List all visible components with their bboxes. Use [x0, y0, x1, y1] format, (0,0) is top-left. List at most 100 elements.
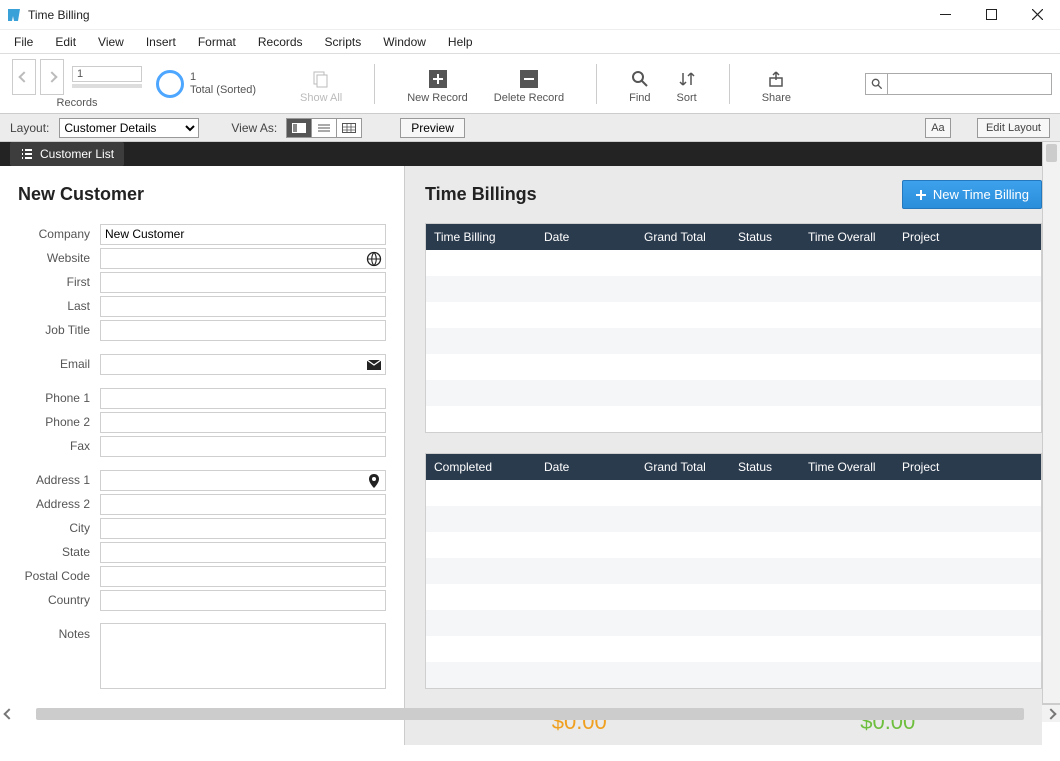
stack-icon [312, 70, 330, 88]
address2-field[interactable] [100, 494, 386, 515]
layout-bar: Layout: Customer Details View As: Previe… [0, 114, 1060, 142]
label-email: Email [18, 357, 100, 371]
label-addr1: Address 1 [18, 473, 100, 487]
scrollbar-thumb[interactable] [36, 708, 1024, 720]
record-count: 1 [190, 71, 256, 84]
label-phone2: Phone 2 [18, 415, 100, 429]
label-website: Website [18, 251, 100, 265]
find-button[interactable]: Find [625, 70, 654, 104]
new-time-billing-button[interactable]: New Time Billing [902, 180, 1042, 209]
menu-file[interactable]: File [6, 33, 41, 51]
phone2-field[interactable] [100, 412, 386, 433]
table-row[interactable] [426, 636, 1041, 662]
new-record-button[interactable]: New Record [403, 70, 472, 104]
table-header: Completed Date Grand Total Status Time O… [426, 454, 1041, 480]
menu-view[interactable]: View [90, 33, 132, 51]
table-row[interactable] [426, 406, 1041, 432]
minus-square-icon [520, 70, 538, 88]
fax-field[interactable] [100, 436, 386, 457]
table-row[interactable] [426, 558, 1041, 584]
table-row[interactable] [426, 328, 1041, 354]
layout-select[interactable]: Customer Details [59, 118, 199, 138]
completed-billings-table: Completed Date Grand Total Status Time O… [425, 453, 1042, 689]
total-sorted-label: Total (Sorted) [190, 84, 256, 97]
menu-records[interactable]: Records [250, 33, 311, 51]
postal-field[interactable] [100, 566, 386, 587]
menu-edit[interactable]: Edit [47, 33, 84, 51]
table-row[interactable] [426, 584, 1041, 610]
city-field[interactable] [100, 518, 386, 539]
label-first: First [18, 275, 100, 289]
website-field[interactable] [100, 248, 386, 269]
vertical-scrollbar[interactable] [1042, 142, 1060, 703]
record-index[interactable]: 1 [72, 66, 142, 82]
job-title-field[interactable] [100, 320, 386, 341]
company-field[interactable] [100, 224, 386, 245]
address1-field[interactable] [100, 470, 386, 491]
menu-format[interactable]: Format [190, 33, 244, 51]
state-field[interactable] [100, 542, 386, 563]
table-row[interactable] [426, 302, 1041, 328]
search-icon[interactable] [866, 74, 888, 94]
menu-help[interactable]: Help [440, 33, 481, 51]
country-field[interactable] [100, 590, 386, 611]
menu-insert[interactable]: Insert [138, 33, 184, 51]
next-record-button[interactable] [40, 59, 64, 95]
quick-search-input[interactable] [888, 74, 1051, 94]
show-all-button[interactable]: Show All [296, 70, 346, 104]
scroll-right-arrow[interactable] [1042, 705, 1060, 723]
table-row[interactable] [426, 276, 1041, 302]
email-field[interactable] [100, 354, 386, 375]
table-row[interactable] [426, 662, 1041, 688]
plus-icon [915, 189, 927, 201]
scroll-left-arrow[interactable] [0, 705, 18, 723]
table-row[interactable] [426, 380, 1041, 406]
pie-icon [156, 70, 184, 98]
label-phone1: Phone 1 [18, 391, 100, 405]
label-state: State [18, 545, 100, 559]
table-row[interactable] [426, 250, 1041, 276]
view-form-button[interactable] [286, 118, 312, 138]
customer-list-button[interactable]: Customer List [10, 142, 124, 166]
record-slider[interactable]: 1 [72, 59, 142, 95]
table-row[interactable] [426, 480, 1041, 506]
first-field[interactable] [100, 272, 386, 293]
maximize-button[interactable] [968, 0, 1014, 30]
menu-window[interactable]: Window [375, 33, 434, 51]
table-row[interactable] [426, 610, 1041, 636]
sort-icon [678, 70, 696, 88]
table-row[interactable] [426, 354, 1041, 380]
quick-search[interactable] [865, 73, 1052, 95]
label-last: Last [18, 299, 100, 313]
open-billings-table: Time Billing Date Grand Total Status Tim… [425, 223, 1042, 433]
delete-record-button[interactable]: Delete Record [490, 70, 568, 104]
preview-button[interactable]: Preview [400, 118, 465, 138]
last-field[interactable] [100, 296, 386, 317]
envelope-icon[interactable] [366, 357, 382, 373]
label-job-title: Job Title [18, 323, 100, 337]
close-button[interactable] [1014, 0, 1060, 30]
notes-field[interactable] [100, 623, 386, 689]
view-table-button[interactable] [336, 118, 362, 138]
edit-layout-button[interactable]: Edit Layout [977, 118, 1050, 138]
left-title: New Customer [18, 184, 386, 205]
view-list-button[interactable] [311, 118, 337, 138]
minimize-button[interactable] [922, 0, 968, 30]
label-fax: Fax [18, 439, 100, 453]
menu-scripts[interactable]: Scripts [317, 33, 370, 51]
label-postal: Postal Code [18, 569, 100, 583]
phone1-field[interactable] [100, 388, 386, 409]
share-button[interactable]: Share [758, 70, 795, 104]
found-set-indicator[interactable]: 1 Total (Sorted) [156, 70, 256, 98]
prev-record-button[interactable] [12, 59, 36, 95]
right-title: Time Billings [425, 184, 537, 205]
table-row[interactable] [426, 532, 1041, 558]
label-notes: Notes [18, 623, 100, 641]
globe-icon[interactable] [366, 251, 382, 267]
formatting-bar-toggle[interactable]: Aa [925, 118, 951, 138]
sort-button[interactable]: Sort [673, 70, 701, 104]
map-pin-icon[interactable] [366, 473, 382, 489]
time-billings-panel: Time Billings New Time Billing Time Bill… [405, 166, 1042, 745]
table-row[interactable] [426, 506, 1041, 532]
toolbar: 1 Records 1 Total (Sorted) Show All New … [0, 54, 1060, 114]
